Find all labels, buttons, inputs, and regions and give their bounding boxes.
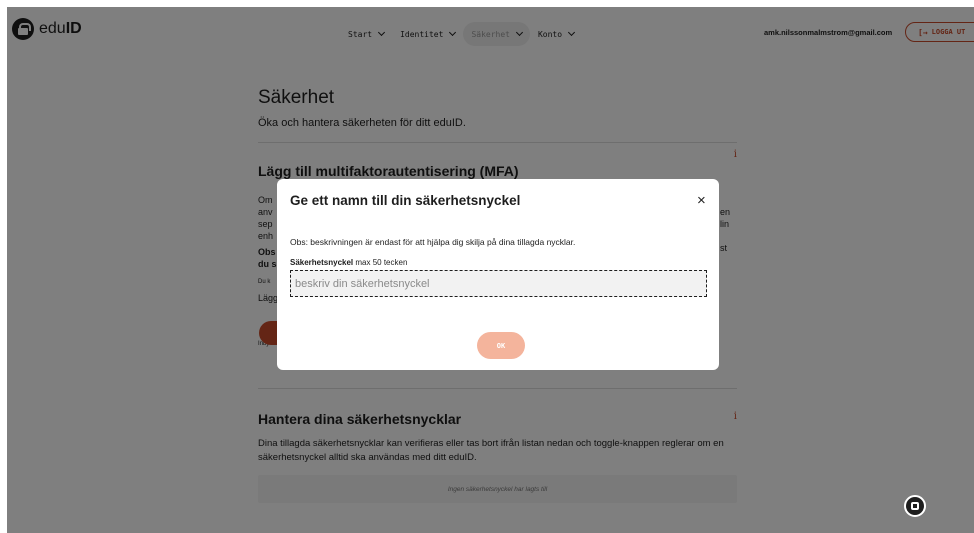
- dialog-note: Obs: beskrivningen är endast för att hjä…: [290, 237, 576, 247]
- key-name-input[interactable]: [290, 270, 707, 297]
- close-icon[interactable]: ×: [697, 193, 706, 208]
- ok-button[interactable]: OK: [477, 332, 525, 359]
- app-frame: eduID Start Identitet Säkerhet Konto amk…: [7, 7, 974, 533]
- name-security-key-dialog: Ge ett namn till din säkerhetsnyckel × O…: [277, 179, 719, 370]
- dialog-title: Ge ett namn till din säkerhetsnyckel: [290, 193, 521, 208]
- key-name-label: Säkerhetsnyckel max 50 tecken: [290, 258, 408, 267]
- help-chat-icon[interactable]: [904, 495, 926, 517]
